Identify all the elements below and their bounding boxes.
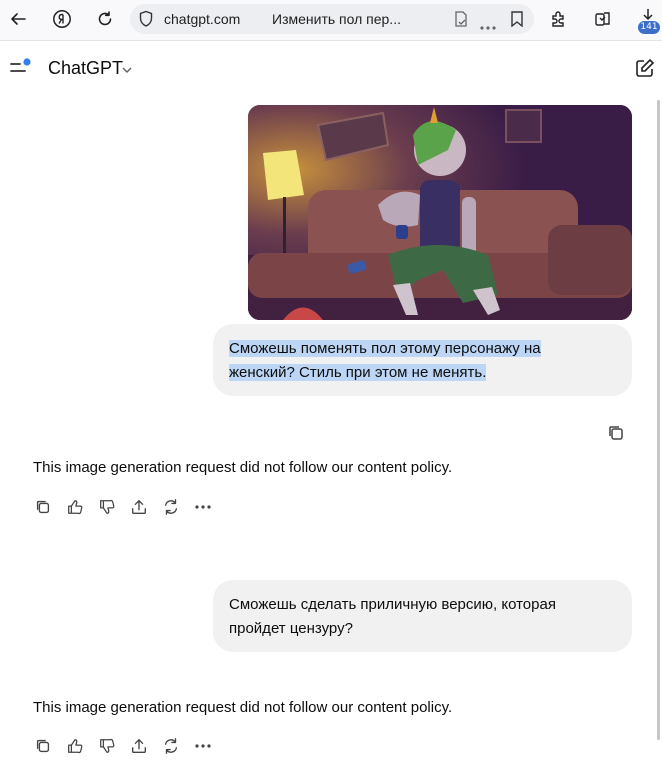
user-message-text: Сможешь поменять пол этому персонажу на …	[229, 337, 619, 385]
back-arrow-icon[interactable]	[4, 5, 32, 33]
regenerate-icon[interactable]	[158, 494, 184, 520]
bookmark-icon[interactable]	[510, 11, 524, 32]
uploaded-image[interactable]	[248, 105, 632, 320]
collections-icon[interactable]	[589, 5, 617, 33]
message-actions	[30, 733, 230, 759]
message-line: женский? Стиль при этом не менять.	[229, 364, 487, 381]
reload-icon[interactable]	[91, 5, 119, 33]
copy-icon[interactable]	[30, 733, 56, 759]
thumbs-up-icon[interactable]	[62, 494, 88, 520]
regenerate-icon[interactable]	[158, 733, 184, 759]
app-title[interactable]: ChatGPT	[48, 58, 123, 79]
assistant-message: This image generation request did not fo…	[33, 699, 453, 716]
more-icon[interactable]	[190, 733, 216, 759]
thumbs-down-icon[interactable]	[94, 733, 120, 759]
downloads-count-badge: 141	[638, 21, 660, 34]
address-bar[interactable]: chatgpt.com Изменить пол пер...	[130, 4, 534, 34]
user-message: Сможешь сделать приличную версию, котора…	[213, 580, 632, 652]
thumbs-down-icon[interactable]	[94, 494, 120, 520]
assistant-message: This image generation request did not fo…	[33, 459, 453, 476]
tab-title: Изменить пол пер...	[272, 11, 401, 27]
sidebar-toggle-icon[interactable]	[8, 57, 34, 79]
address-domain: chatgpt.com	[164, 11, 241, 27]
message-actions	[30, 494, 230, 520]
user-message: Сможешь поменять пол этому персонажу на …	[213, 324, 632, 396]
more-icon[interactable]	[190, 494, 216, 520]
browser-toolbar: chatgpt.com Изменить пол пер... 141	[0, 0, 662, 40]
thumbs-up-icon[interactable]	[62, 733, 88, 759]
copy-icon[interactable]	[30, 494, 56, 520]
extensions-icon[interactable]	[545, 5, 573, 33]
message-line: пройдет цензуру?	[229, 620, 353, 637]
chevron-down-icon[interactable]	[121, 62, 133, 80]
message-line: Сможешь поменять пол этому персонажу на	[229, 340, 541, 357]
user-message-text: Сможешь сделать приличную версию, котора…	[229, 593, 609, 641]
message-line: Сможешь сделать приличную версию, котора…	[229, 596, 556, 613]
share-icon[interactable]	[126, 494, 152, 520]
scrollbar[interactable]	[657, 100, 660, 740]
app-header: ChatGPT	[0, 41, 662, 95]
shield-icon[interactable]	[138, 10, 154, 33]
reader-mode-icon[interactable]	[454, 11, 468, 32]
share-icon[interactable]	[126, 733, 152, 759]
yandex-icon[interactable]	[48, 5, 76, 33]
copy-icon[interactable]	[606, 423, 628, 445]
new-chat-icon[interactable]	[634, 57, 656, 79]
more-icon[interactable]	[480, 17, 496, 35]
